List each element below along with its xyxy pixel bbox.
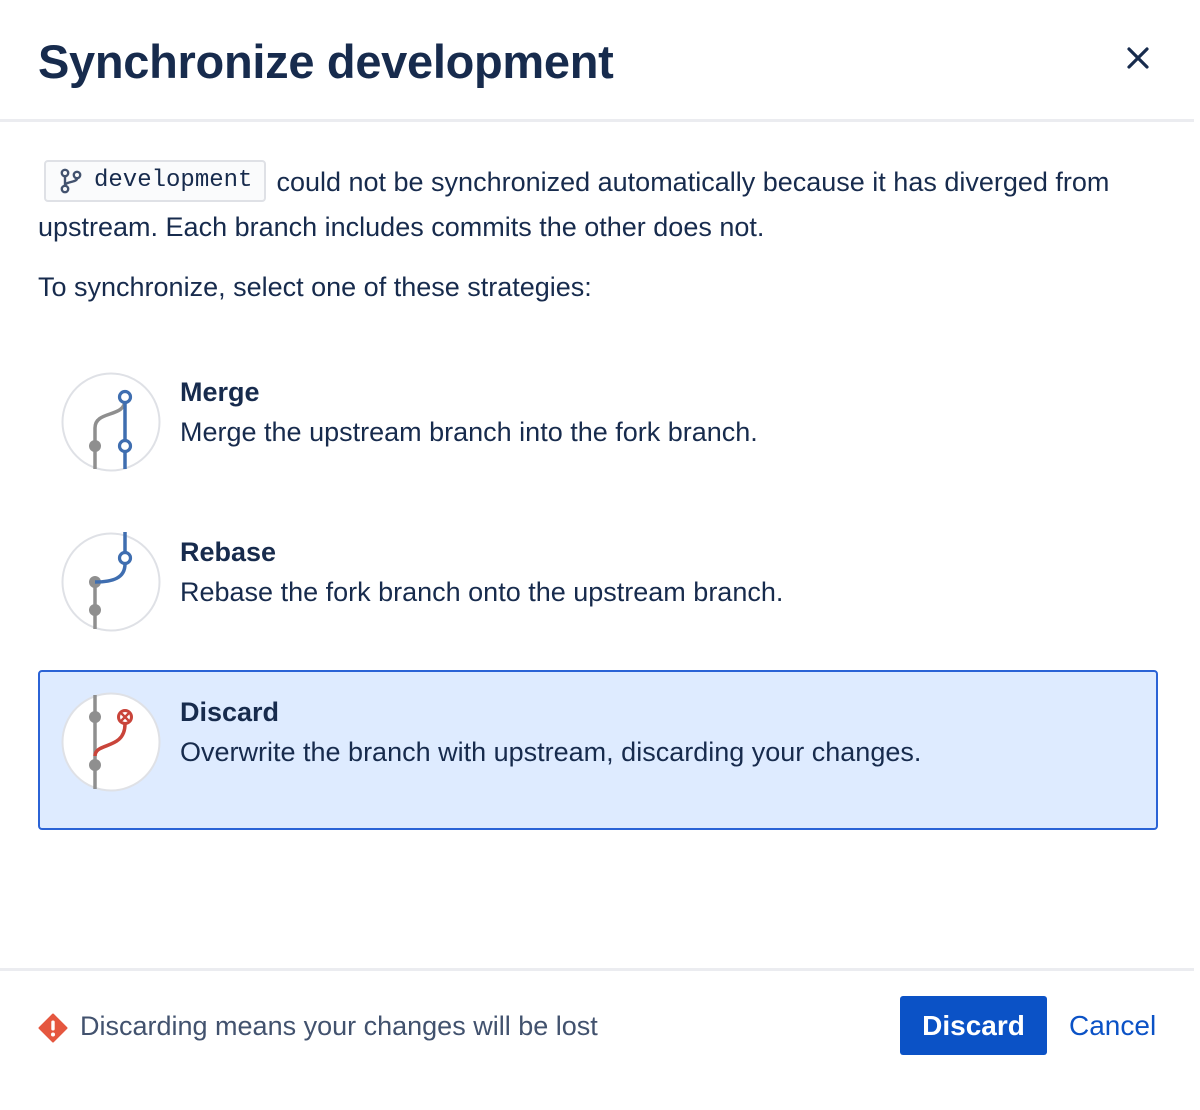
close-button[interactable] [1120,40,1156,76]
strategy-title: Merge [180,377,260,407]
strategy-title: Discard [180,697,280,727]
discard-button[interactable]: Discard [900,996,1047,1055]
dialog-footer: Discarding means your changes will be lo… [0,968,1194,1070]
discard-icon [61,692,161,792]
dialog-header: Synchronize development [0,0,1194,122]
strategy-option-discard[interactable]: Discard Overwrite the branch with upstre… [38,670,1158,830]
strategy-description: Rebase the fork branch onto the upstream… [180,577,784,607]
branch-chip: development [44,159,267,202]
cancel-button[interactable]: Cancel [1069,1010,1156,1042]
strategy-title: Rebase [180,537,277,567]
warning-message: Discarding means your changes will be lo… [80,1011,598,1041]
branch-icon [60,168,82,194]
strategy-option-rebase[interactable]: Rebase Rebase the fork branch onto the u… [38,510,1158,670]
strategy-option-merge[interactable]: Merge Merge the upstream branch into the… [38,350,1158,510]
dialog-title: Synchronize development [38,35,614,88]
strategy-description: Overwrite the branch with upstream, disc… [180,737,922,767]
close-icon [1127,47,1149,69]
strategy-instruction: To synchronize, select one of these stra… [38,272,592,302]
rebase-icon [61,532,161,632]
warning-icon [38,1013,68,1043]
divergence-message: development could not be synchronized aut… [38,159,1158,249]
branch-name: development [94,166,253,194]
sync-dialog: Synchronize development development could… [0,0,1194,1070]
merge-icon [61,372,161,472]
strategy-description: Merge the upstream branch into the fork … [180,417,758,447]
